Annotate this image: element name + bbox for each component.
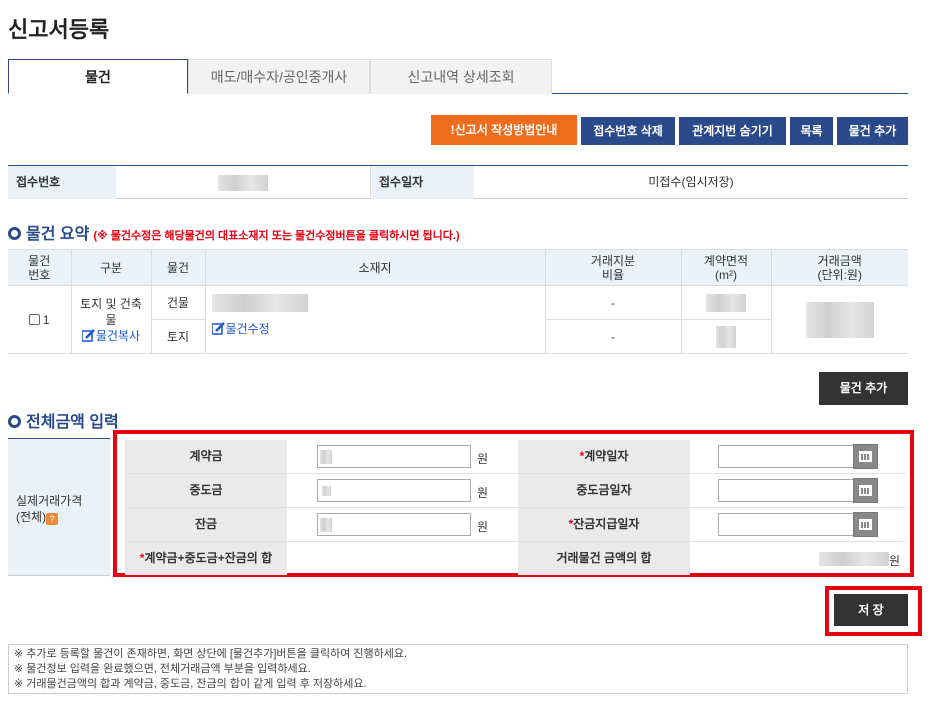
calendar-icon[interactable] bbox=[853, 444, 878, 469]
tab-detail[interactable]: 신고내역 상세조회 bbox=[370, 59, 552, 94]
receipt-table: 접수번호 접수일자 미접수(임시저장) bbox=[8, 165, 908, 199]
won-unit: 원 bbox=[477, 520, 489, 534]
area-land bbox=[680, 319, 771, 354]
amount-section-title: 전체금액 입력 bbox=[8, 408, 119, 432]
add-property-button[interactable]: 물건 추가 bbox=[837, 117, 908, 145]
location-cell: 물건수정 bbox=[204, 285, 546, 354]
note-line: ※ 추가로 등록할 물건이 존재하면, 화면 상단에 [물건추가]버튼을 클릭하… bbox=[14, 648, 408, 660]
col-header-share: 거래지분 비율 bbox=[544, 249, 682, 286]
tab-property[interactable]: 물건 bbox=[8, 59, 188, 94]
row-number-cell: 1 bbox=[8, 285, 72, 354]
receipt-number-label: 접수번호 bbox=[8, 166, 116, 199]
balance-input[interactable] bbox=[317, 513, 471, 536]
receipt-date-value: 미접수(임시저장) bbox=[648, 175, 734, 189]
note-line: ※ 거래물건금액의 합과 계약금, 중도금, 잔금의 합이 같게 입력 후 저장… bbox=[14, 678, 367, 690]
won-unit: 원 bbox=[477, 486, 489, 500]
balance-date-input[interactable] bbox=[718, 513, 854, 536]
guide-button[interactable]: !신고서 작성방법안내 bbox=[431, 115, 577, 145]
calendar-icon[interactable] bbox=[853, 512, 878, 537]
amount-row: *계약금+중도금+잔금의 합 거래물건 금액의 합 원 bbox=[125, 542, 906, 576]
amount-row: 잔금 원 *잔금지급일자 bbox=[125, 508, 906, 542]
col-header-no: 물건 번호 bbox=[8, 249, 72, 286]
calendar-icon[interactable] bbox=[853, 478, 878, 503]
receipt-number-value bbox=[116, 166, 370, 199]
balance-date-label: *잔금지급일자 bbox=[518, 508, 690, 541]
amount-grid: 계약금 원 *계약일자 중도금 원 중도금일자 잔금 원 *잔금지급일자 *계약… bbox=[125, 438, 906, 575]
sum-label: *계약금+중도금+잔금의 합 bbox=[125, 542, 287, 575]
location-value[interactable] bbox=[211, 294, 308, 312]
receipt-date-label: 접수일자 bbox=[370, 166, 474, 199]
interim-payment-input[interactable] bbox=[317, 479, 471, 502]
delete-receipt-button[interactable]: 접수번호 삭제 bbox=[581, 117, 675, 145]
amount-row: 계약금 원 *계약일자 bbox=[125, 440, 906, 474]
row-checkbox[interactable] bbox=[28, 313, 40, 325]
col-header-category: 구분 bbox=[70, 249, 152, 286]
interim-date-input[interactable] bbox=[718, 479, 854, 502]
section-bullet-icon bbox=[8, 227, 21, 240]
tab-parties[interactable]: 매도/매수자/공인중개사 bbox=[188, 59, 370, 94]
contract-date-input[interactable] bbox=[718, 445, 854, 468]
page-title: 신고서등록 bbox=[8, 17, 110, 42]
note-line: ※ 물건정보 입력을 완료했으면, 전체거래금액 부분을 입력하세요. bbox=[14, 663, 311, 675]
actual-price-label: 실제거래가격 (전체)? bbox=[8, 438, 110, 576]
pencil-icon bbox=[211, 322, 225, 335]
area-building bbox=[680, 285, 772, 320]
summary-table: 물건 번호 구분 물건 소재지 거래지분 비율 계약면적 (m²) 거래금액 (… bbox=[8, 249, 908, 354]
summary-section-title: 물건 요약 (※ 물건수정은 해당물건의 대표소재지 또는 물건수정버튼을 클릭하… bbox=[8, 220, 460, 244]
item-building: 건물 bbox=[150, 285, 206, 320]
price-cell bbox=[770, 285, 908, 354]
won-unit: 원 bbox=[889, 554, 901, 568]
list-button[interactable]: 목록 bbox=[790, 117, 833, 145]
col-header-location: 소재지 bbox=[204, 249, 546, 286]
save-button[interactable]: 저 장 bbox=[834, 594, 908, 626]
col-header-item: 물건 bbox=[150, 249, 206, 286]
contract-date-label: *계약일자 bbox=[518, 440, 690, 473]
interim-payment-label: 중도금 bbox=[125, 474, 287, 507]
total-amount-label: 거래물건 금액의 합 bbox=[518, 542, 690, 575]
section-bullet-icon bbox=[8, 415, 21, 428]
tab-bar: 물건 매도/매수자/공인중개사 신고내역 상세조회 bbox=[8, 59, 908, 94]
item-land: 토지 bbox=[151, 319, 206, 354]
amount-row: 중도금 원 중도금일자 bbox=[125, 474, 906, 508]
category-cell: 토지 및 건축물 물건복사 bbox=[70, 285, 152, 354]
help-icon[interactable]: ? bbox=[46, 513, 59, 525]
balance-label: 잔금 bbox=[125, 508, 287, 541]
down-payment-input[interactable] bbox=[317, 445, 471, 468]
notes-box: ※ 추가로 등록할 물건이 존재하면, 화면 상단에 [물건추가]버튼을 클릭하… bbox=[8, 644, 908, 694]
share-building: - bbox=[544, 285, 682, 320]
hide-lot-button[interactable]: 관계지번 숨기기 bbox=[679, 117, 786, 145]
table-row: 1 토지 및 건축물 물건복사 건물 물건수정 - bbox=[8, 285, 908, 354]
won-unit: 원 bbox=[477, 452, 489, 466]
col-header-price: 거래금액 (단위:원) bbox=[770, 249, 908, 286]
share-land: - bbox=[544, 319, 682, 354]
col-header-area: 계약면적 (m²) bbox=[680, 249, 772, 286]
pencil-icon bbox=[81, 328, 95, 342]
edit-property-link[interactable]: 물건수정 bbox=[211, 320, 545, 337]
interim-date-label: 중도금일자 bbox=[518, 474, 690, 507]
down-payment-label: 계약금 bbox=[125, 440, 287, 473]
total-amount-value bbox=[819, 552, 889, 566]
summary-note: (※ 물건수정은 해당물건의 대표소재지 또는 물건수정버튼을 클릭하시면 됩니… bbox=[93, 230, 460, 242]
add-property-bottom-button[interactable]: 물건 추가 bbox=[819, 372, 908, 405]
copy-property-link[interactable]: 물건복사 bbox=[72, 328, 151, 344]
